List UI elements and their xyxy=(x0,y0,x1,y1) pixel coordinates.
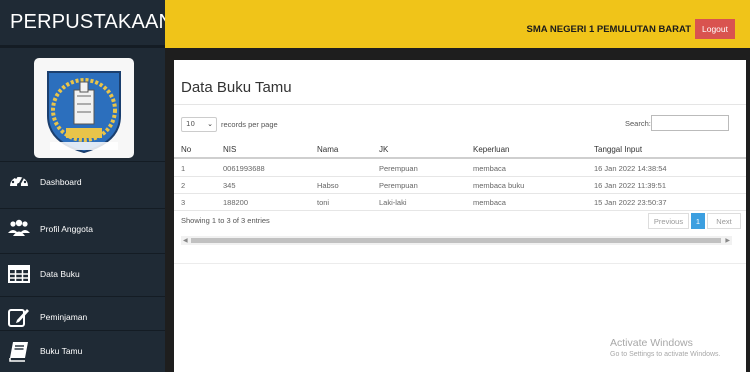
main-content: Data Buku Tamu 10 ⌄ records per page Sea… xyxy=(165,48,750,372)
activate-windows-watermark: Activate Windows Go to Settings to activ… xyxy=(610,337,721,358)
page-title: Data Buku Tamu xyxy=(181,79,292,96)
dashboard-gauge-icon xyxy=(8,171,30,193)
sidebar-item-buku-tamu[interactable]: Buku Tamu xyxy=(0,330,165,372)
table-info: Showing 1 to 3 of 3 entries xyxy=(181,216,270,225)
brand-header: PERPUSTAKAAN xyxy=(0,0,173,48)
page-length-value: 10 xyxy=(186,120,195,128)
table-grid-icon xyxy=(8,263,30,285)
cell-nis: 0061993688 xyxy=(223,164,265,173)
column-header-no[interactable]: No xyxy=(181,145,191,154)
cell-keperluan: membaca xyxy=(473,164,506,173)
column-header-nis[interactable]: NIS xyxy=(223,145,236,154)
page-length-select[interactable]: 10 ⌄ xyxy=(181,117,217,132)
watermark-title: Activate Windows xyxy=(610,337,693,349)
sidebar-item-dashboard[interactable]: Dashboard xyxy=(0,161,165,203)
cell-jk: Perempuan xyxy=(379,181,418,190)
cell-nis: 188200 xyxy=(223,198,249,207)
brand-title: PERPUSTAKAAN xyxy=(10,11,174,33)
sidebar-item-profil-anggota[interactable]: Profil Anggota xyxy=(0,208,165,250)
cell-nama: toni xyxy=(317,198,330,207)
search-input[interactable] xyxy=(651,115,729,131)
sidebar-item-label: Peminjaman xyxy=(40,312,88,322)
users-icon xyxy=(8,218,30,240)
scroll-right-arrow-icon[interactable]: ▶ xyxy=(725,236,730,245)
cell-nama: Habso xyxy=(317,181,339,190)
cell-jk: Laki-laki xyxy=(379,198,407,207)
edit-icon xyxy=(8,306,30,328)
cell-no: 2 xyxy=(181,181,186,190)
cell-jk: Perempuan xyxy=(379,164,418,173)
column-header-keperluan[interactable]: Keperluan xyxy=(473,145,509,154)
chevron-down-icon: ⌄ xyxy=(207,120,213,128)
guestbook-panel: Data Buku Tamu 10 ⌄ records per page Sea… xyxy=(174,60,746,372)
horizontal-scrollbar[interactable]: ◀ ▶ xyxy=(181,236,732,245)
top-navbar: SMA NEGERI 1 PEMULUTAN BARAT Logout xyxy=(165,0,750,48)
sidebar-item-label: Data Buku xyxy=(40,269,80,279)
scrollbar-thumb[interactable] xyxy=(191,238,721,243)
cell-tanggal-input: 16 Jan 2022 11:39:51 xyxy=(594,181,667,190)
search-label: Search: xyxy=(625,119,651,128)
cell-tanggal-input: 16 Jan 2022 14:38:54 xyxy=(594,164,667,173)
column-header-nama[interactable]: Nama xyxy=(317,145,338,154)
cell-keperluan: membaca xyxy=(473,198,506,207)
sidebar-item-label: Profil Anggota xyxy=(40,224,93,234)
table-row: 2 345 Habso Perempuan membaca buku 16 Ja… xyxy=(174,177,746,194)
book-icon xyxy=(8,340,30,362)
divider xyxy=(174,263,746,264)
table-header: No NIS Nama JK Keperluan Tanggal Input xyxy=(174,142,746,159)
sidebar-item-data-buku[interactable]: Data Buku xyxy=(0,253,165,295)
app-root: PERPUSTAKAAN SMA NEGERI 1 PEMULUTAN BARA… xyxy=(0,0,750,372)
previous-page-button[interactable]: Previous xyxy=(648,213,689,229)
divider xyxy=(174,104,746,105)
cell-no: 1 xyxy=(181,164,186,173)
school-logo xyxy=(34,58,134,158)
table-row: 3 188200 toni Laki-laki membaca 15 Jan 2… xyxy=(174,194,746,211)
records-per-page-label: records per page xyxy=(221,120,278,129)
logout-button[interactable]: Logout xyxy=(695,19,735,39)
column-header-tanggal-input[interactable]: Tanggal Input xyxy=(594,145,642,154)
table-row: 1 0061993688 Perempuan membaca 16 Jan 20… xyxy=(174,160,746,177)
sidebar-item-label: Buku Tamu xyxy=(40,346,83,356)
column-header-jk[interactable]: JK xyxy=(379,145,388,154)
page-1-button[interactable]: 1 xyxy=(691,213,705,229)
cell-tanggal-input: 15 Jan 2022 23:50:37 xyxy=(594,198,667,207)
cell-nis: 345 xyxy=(223,181,236,190)
cell-keperluan: membaca buku xyxy=(473,181,525,190)
cell-no: 3 xyxy=(181,198,186,207)
scroll-left-arrow-icon[interactable]: ◀ xyxy=(183,236,188,245)
sidebar: Dashboard Profil Anggota Data Buku Pemin… xyxy=(0,48,165,372)
sidebar-item-label: Dashboard xyxy=(40,177,82,187)
watermark-subtitle: Go to Settings to activate Windows. xyxy=(610,351,721,358)
next-page-button[interactable]: Next xyxy=(707,213,741,229)
school-name: SMA NEGERI 1 PEMULUTAN BARAT xyxy=(526,24,692,35)
